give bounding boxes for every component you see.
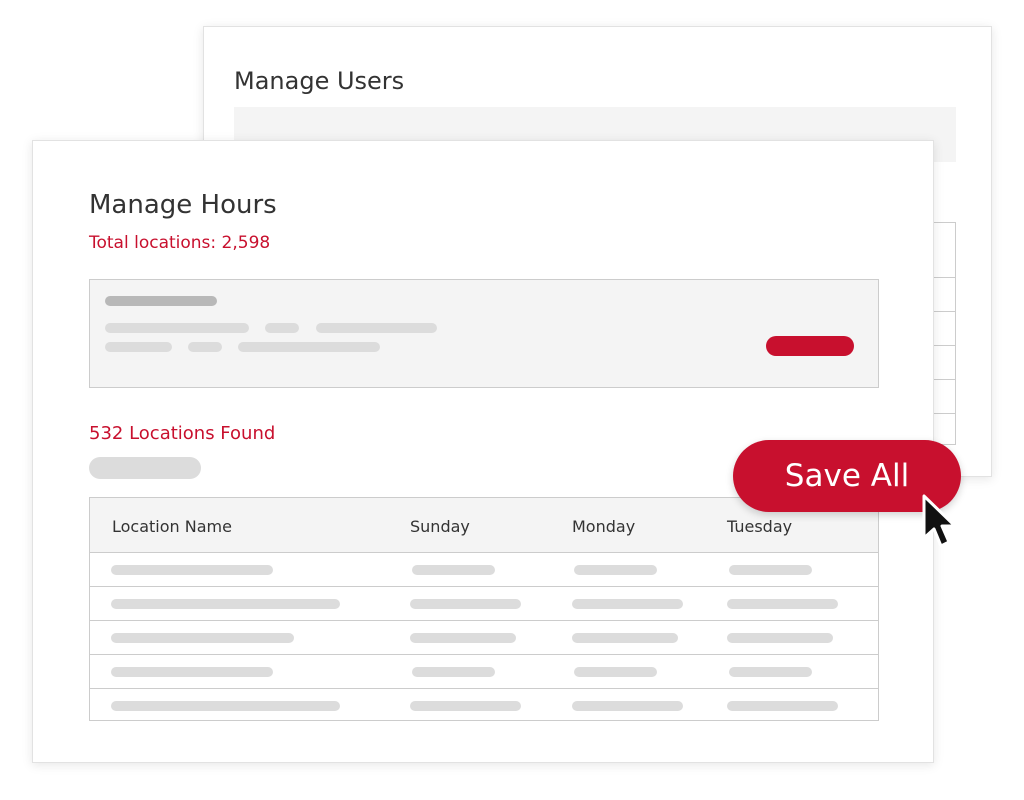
manage-users-table	[932, 222, 956, 445]
filter-field-placeholder[interactable]	[105, 323, 249, 333]
table-row[interactable]	[90, 553, 878, 587]
cell-placeholder	[410, 599, 521, 609]
cell-placeholder	[729, 667, 812, 677]
cell-placeholder	[574, 667, 657, 677]
cell-placeholder	[574, 565, 657, 575]
filter-heading-placeholder	[105, 296, 217, 306]
table-row-divider	[932, 277, 955, 278]
table-row-divider	[932, 379, 955, 380]
filter-field-placeholder[interactable]	[265, 323, 299, 333]
filter-field-placeholder[interactable]	[105, 342, 172, 352]
table-row[interactable]	[90, 621, 878, 655]
cell-placeholder	[111, 565, 273, 575]
filter-panel	[89, 279, 879, 388]
cell-placeholder	[412, 667, 495, 677]
table-row-divider	[932, 413, 955, 414]
cell-placeholder	[410, 701, 521, 711]
cell-placeholder	[111, 599, 340, 609]
cell-placeholder	[111, 667, 273, 677]
cell-placeholder	[572, 599, 683, 609]
cell-placeholder	[111, 701, 340, 711]
arrow-pointer-icon	[922, 494, 957, 548]
cell-placeholder	[572, 633, 678, 643]
cell-placeholder	[111, 633, 294, 643]
table-row[interactable]	[90, 655, 878, 689]
cell-placeholder	[412, 565, 495, 575]
cell-placeholder	[727, 701, 838, 711]
table-row[interactable]	[90, 587, 878, 621]
cell-placeholder	[727, 599, 838, 609]
filter-field-placeholder[interactable]	[238, 342, 380, 352]
column-header-sunday[interactable]: Sunday	[410, 517, 470, 536]
cell-placeholder	[727, 633, 833, 643]
cell-placeholder	[410, 633, 516, 643]
column-header-tuesday[interactable]: Tuesday	[727, 517, 792, 536]
cell-placeholder	[729, 565, 812, 575]
cell-placeholder	[572, 701, 683, 711]
search-button[interactable]	[766, 336, 854, 356]
hours-table: Location Name Sunday Monday Tuesday	[89, 497, 879, 721]
table-row[interactable]	[90, 689, 878, 723]
results-count-label: 532 Locations Found	[89, 423, 276, 444]
column-header-monday[interactable]: Monday	[572, 517, 635, 536]
manage-hours-title: Manage Hours	[89, 190, 277, 220]
total-locations-label: Total locations: 2,598	[89, 233, 271, 253]
column-header-location-name[interactable]: Location Name	[112, 517, 232, 536]
filter-chip-placeholder[interactable]	[89, 457, 201, 479]
filter-field-placeholder[interactable]	[316, 323, 437, 333]
table-row-divider	[932, 345, 955, 346]
filter-field-placeholder[interactable]	[188, 342, 222, 352]
table-row-divider	[932, 311, 955, 312]
manage-users-title: Manage Users	[234, 67, 405, 95]
